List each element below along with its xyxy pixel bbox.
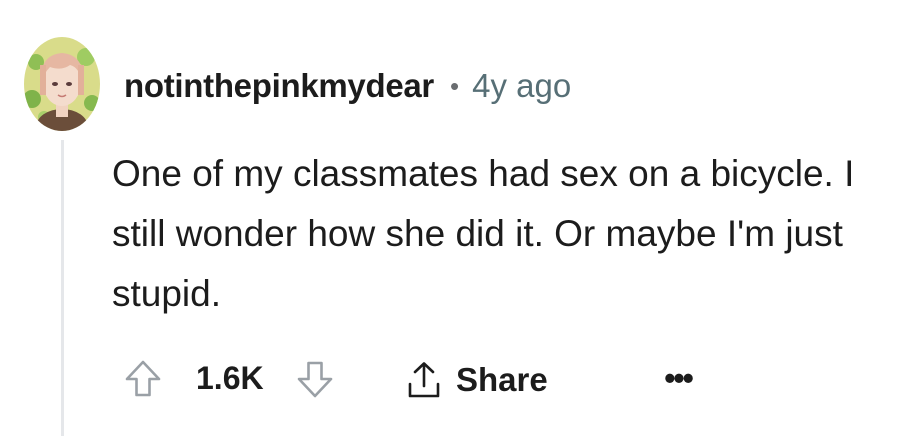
share-label: Share (456, 361, 548, 398)
avatar-image (24, 37, 100, 131)
downvote-button[interactable] (294, 358, 336, 400)
meta-separator: • (449, 70, 460, 101)
arrow-down-icon (297, 361, 333, 398)
comment-header: notinthepinkmydear • 4y ago (124, 62, 571, 110)
upvote-button[interactable] (122, 358, 164, 400)
vote-score: 1.6K (196, 360, 264, 396)
timestamp[interactable]: 4y ago (472, 67, 571, 105)
share-upload-icon (408, 362, 440, 398)
avatar[interactable] (24, 37, 100, 131)
comment-body: One of my classmates had sex on a bicycl… (112, 153, 855, 314)
username-link[interactable]: notinthepinkmydear (124, 67, 434, 105)
ellipsis-icon: ••• (664, 359, 694, 396)
thread-line[interactable] (61, 140, 64, 436)
more-options-button[interactable]: ••• (658, 358, 698, 398)
share-button[interactable]: Share (406, 352, 548, 408)
arrow-up-icon (125, 360, 161, 397)
comment-actions: 1.6K Share ••• (118, 352, 718, 408)
